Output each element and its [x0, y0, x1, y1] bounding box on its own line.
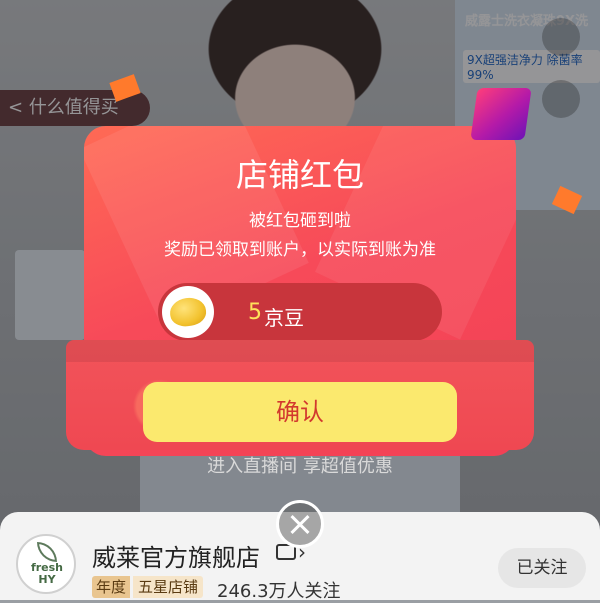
follow-button[interactable]: 已关注	[498, 548, 586, 588]
reward-amount: 5	[248, 300, 262, 325]
confirm-button[interactable]: 确认	[143, 382, 457, 442]
leaf-icon	[37, 542, 57, 562]
packet-note: 奖励已领取到账户，以实际到账为准	[164, 240, 436, 260]
shop-name[interactable]: 威莱官方旗舰店	[92, 538, 260, 573]
badge-shop-level: 五星店铺	[133, 576, 204, 598]
shop-logo[interactable]: fresh HY	[16, 534, 76, 594]
shop-logo-text: fresh HY	[30, 561, 64, 586]
close-icon[interactable]	[276, 500, 324, 548]
reward-unit: 京豆	[264, 306, 304, 330]
packet-title: 店铺红包	[235, 156, 364, 194]
followers-count: 246.3万人关注	[217, 581, 341, 602]
envelope-flap	[66, 340, 534, 362]
decorative-cube	[470, 88, 532, 140]
badge-year: 年度	[92, 576, 131, 598]
packet-subtitle: 被红包砸到啦	[249, 211, 351, 231]
